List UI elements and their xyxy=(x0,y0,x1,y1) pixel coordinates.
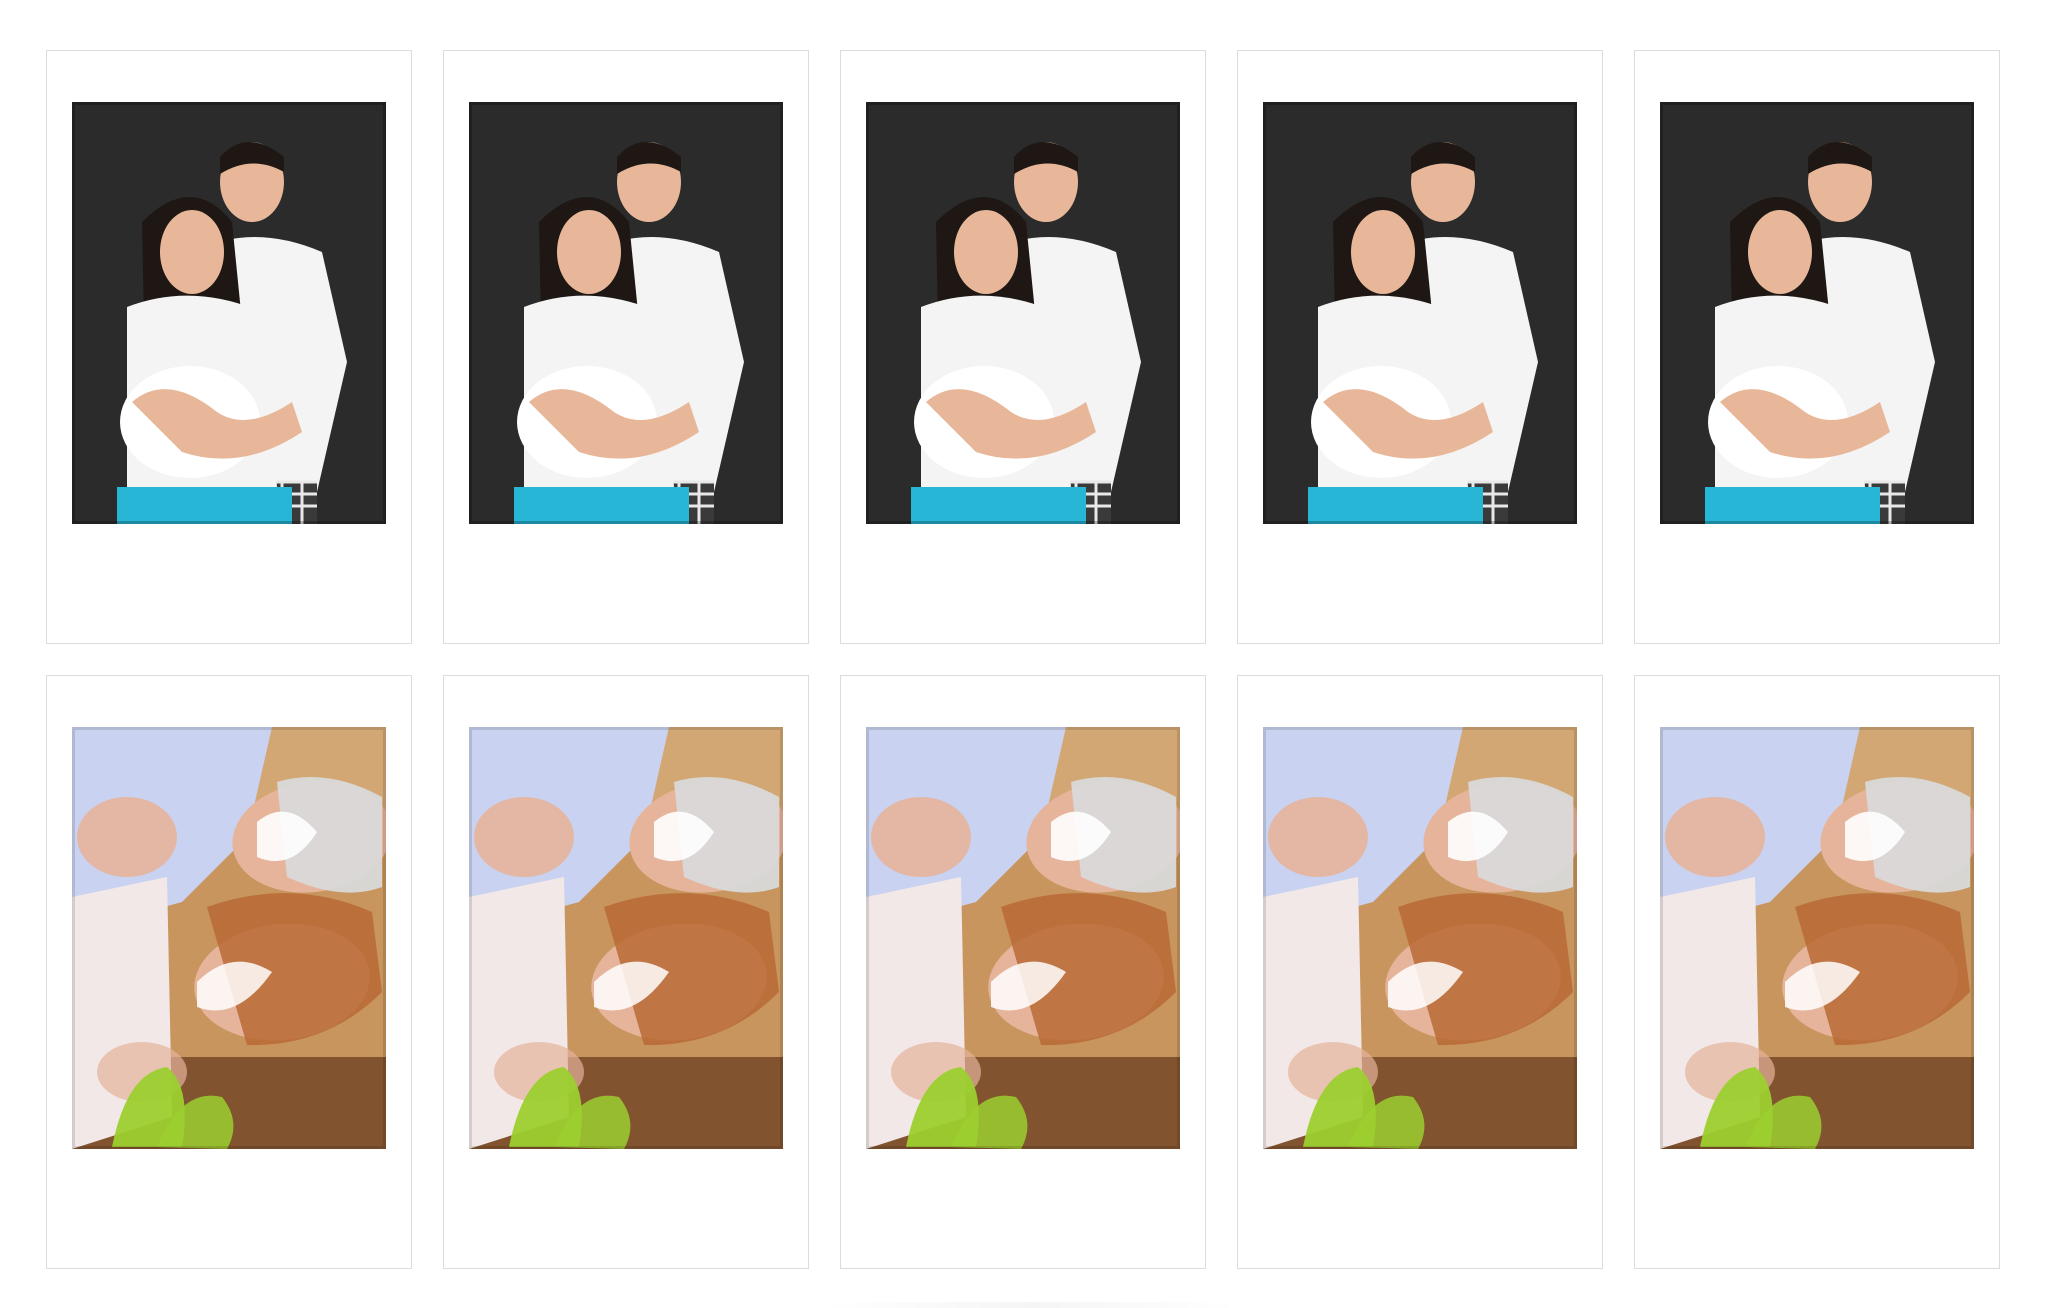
senior-couple-photo xyxy=(1263,727,1577,1149)
pregnant-couple-photo xyxy=(72,102,386,524)
print-card-2[interactable] xyxy=(443,50,809,644)
senior-couple-photo xyxy=(1660,727,1974,1149)
print-card-5[interactable] xyxy=(1634,50,2000,644)
print-card-4[interactable] xyxy=(1237,50,1603,644)
pregnant-couple-photo xyxy=(469,102,783,524)
senior-couple-photo xyxy=(72,727,386,1149)
senior-couple-photo xyxy=(866,727,1180,1149)
print-card-10[interactable] xyxy=(1634,675,2000,1269)
pregnant-couple-photo xyxy=(866,102,1180,524)
bottom-edge-shadow xyxy=(820,1302,1240,1308)
print-card-6[interactable] xyxy=(46,675,412,1269)
print-card-7[interactable] xyxy=(443,675,809,1269)
pregnant-couple-photo xyxy=(1263,102,1577,524)
photo-print-sheet xyxy=(0,0,2047,1308)
print-card-8[interactable] xyxy=(840,675,1206,1269)
senior-couple-photo xyxy=(469,727,783,1149)
print-card-1[interactable] xyxy=(46,50,412,644)
print-card-9[interactable] xyxy=(1237,675,1603,1269)
print-card-3[interactable] xyxy=(840,50,1206,644)
pregnant-couple-photo xyxy=(1660,102,1974,524)
